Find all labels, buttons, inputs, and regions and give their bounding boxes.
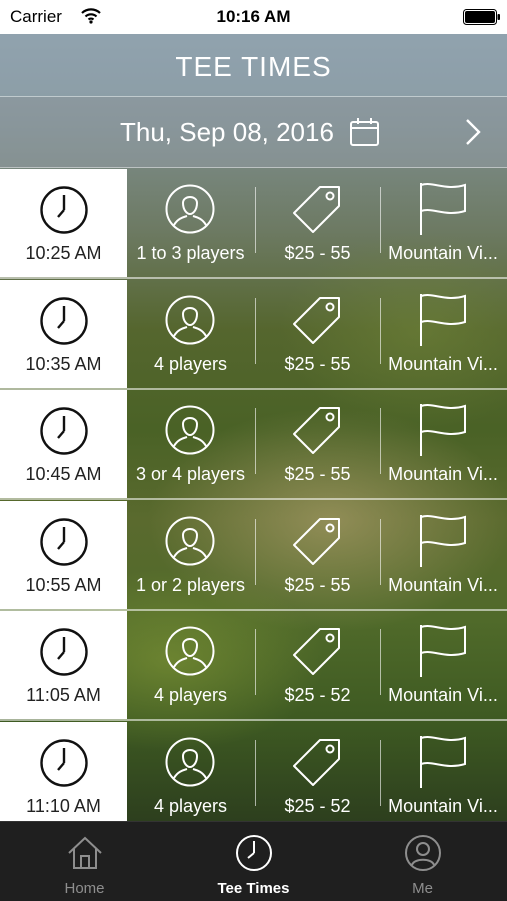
price-label: $25 - 55 bbox=[284, 353, 351, 374]
tee-time-row[interactable]: 11:05 AM 4 players $25 - 52 Mountain Vi... bbox=[0, 611, 507, 722]
players-cell: 4 players bbox=[127, 722, 254, 821]
players-label: 1 or 2 players bbox=[135, 574, 246, 595]
price-cell: $25 - 52 bbox=[256, 722, 379, 821]
price-cell: $25 - 55 bbox=[256, 501, 379, 609]
tee-time-row[interactable]: 10:55 AM 1 or 2 players $25 - 55 Mountain V… bbox=[0, 500, 507, 611]
price-label: $25 - 52 bbox=[284, 685, 351, 706]
tab-me-label: Me bbox=[412, 880, 433, 897]
tee-time-label: 10:55 AM bbox=[25, 574, 102, 595]
price-cell: $25 - 55 bbox=[256, 169, 379, 277]
course-label: Mountain Vi... bbox=[388, 574, 498, 595]
course-label: Mountain Vi... bbox=[388, 685, 498, 706]
tab-tee-times[interactable]: Tee Times bbox=[169, 822, 338, 901]
players-label: 1 to 3 players bbox=[136, 243, 245, 263]
players-label: 3 or 4 players bbox=[135, 464, 246, 485]
price-label: $25 - 55 bbox=[284, 243, 351, 263]
tee-time-label: 11:10 AM bbox=[26, 796, 101, 816]
tab-home[interactable]: Home bbox=[0, 822, 169, 901]
tab-tee-times-label: Tee Times bbox=[217, 880, 290, 897]
tee-time-cell: 10:35 AM bbox=[0, 279, 127, 388]
players-label: 4 players bbox=[153, 685, 228, 706]
tee-time-label: 11:05 AM bbox=[26, 685, 101, 706]
tab-bar: Home Tee Times Me bbox=[0, 821, 507, 901]
tee-time-cell: 10:45 AM bbox=[0, 390, 127, 499]
tee-time-cell: 10:55 AM bbox=[0, 500, 127, 609]
tab-home-label: Home bbox=[64, 880, 105, 897]
selected-date[interactable]: Thu, Sep 08, 2016 bbox=[120, 117, 334, 148]
tee-time-label: 10:45 AM bbox=[25, 464, 102, 485]
nav-header: TEE TIMES bbox=[0, 34, 507, 97]
calendar-icon[interactable] bbox=[349, 117, 381, 152]
tee-time-row[interactable]: 10:35 AM 4 players $25 - 55 Mountain Vi... bbox=[0, 279, 507, 390]
players-cell: 4 players bbox=[127, 280, 254, 388]
course-label: Mountain Vi... bbox=[388, 464, 498, 485]
status-bar: Carrier 10:16 AM bbox=[0, 0, 507, 34]
players-label: 4 players bbox=[153, 796, 228, 816]
tee-time-cell: 10:25 AM bbox=[0, 169, 127, 277]
tee-time-label: 10:35 AM bbox=[25, 353, 102, 374]
course-label: Mountain Vi... bbox=[388, 243, 498, 263]
price-cell: $25 - 52 bbox=[256, 611, 379, 719]
course-cell: Mountain Vi... bbox=[381, 722, 507, 821]
tee-time-row[interactable]: 10:25 AM 1 to 3 players $25 - 55 Mountain V… bbox=[0, 169, 507, 279]
tee-time-row[interactable]: 11:10 AM 4 players $25 - 52 Mountain Vi... bbox=[0, 722, 507, 821]
price-label: $25 - 55 bbox=[284, 464, 351, 485]
players-cell: 1 or 2 players bbox=[127, 501, 254, 609]
battery-icon bbox=[463, 9, 500, 25]
status-time: 10:16 AM bbox=[216, 7, 291, 26]
course-label: Mountain Vi... bbox=[388, 353, 498, 374]
course-cell: Mountain Vi... bbox=[381, 280, 507, 388]
course-cell: Mountain Vi... bbox=[381, 611, 507, 719]
players-cell: 4 players bbox=[127, 611, 254, 719]
course-cell: Mountain Vi... bbox=[381, 169, 507, 277]
date-selector: Thu, Sep 08, 2016 bbox=[0, 97, 507, 168]
price-cell: $25 - 55 bbox=[256, 390, 379, 498]
players-label: 4 players bbox=[153, 353, 228, 374]
tee-time-cell: 11:05 AM bbox=[0, 611, 127, 720]
tee-time-list: 10:25 AM 1 to 3 players $25 - 55 Mountain V… bbox=[0, 169, 507, 821]
next-date-chevron-icon[interactable] bbox=[462, 117, 484, 152]
price-label: $25 - 52 bbox=[284, 796, 351, 816]
tee-time-label: 10:25 AM bbox=[25, 243, 102, 263]
course-label: Mountain Vi... bbox=[388, 796, 498, 816]
price-label: $25 - 55 bbox=[284, 574, 351, 595]
tee-time-cell: 11:10 AM bbox=[0, 722, 127, 821]
course-cell: Mountain Vi... bbox=[381, 501, 507, 609]
tee-time-row[interactable]: 10:45 AM 3 or 4 players $25 - 55 Mountain V… bbox=[0, 390, 507, 501]
page-title: TEE TIMES bbox=[175, 51, 332, 82]
price-cell: $25 - 55 bbox=[256, 280, 379, 388]
players-cell: 1 to 3 players bbox=[127, 169, 254, 277]
players-cell: 3 or 4 players bbox=[127, 390, 254, 498]
tab-me[interactable]: Me bbox=[338, 822, 507, 901]
course-cell: Mountain Vi... bbox=[381, 390, 507, 498]
